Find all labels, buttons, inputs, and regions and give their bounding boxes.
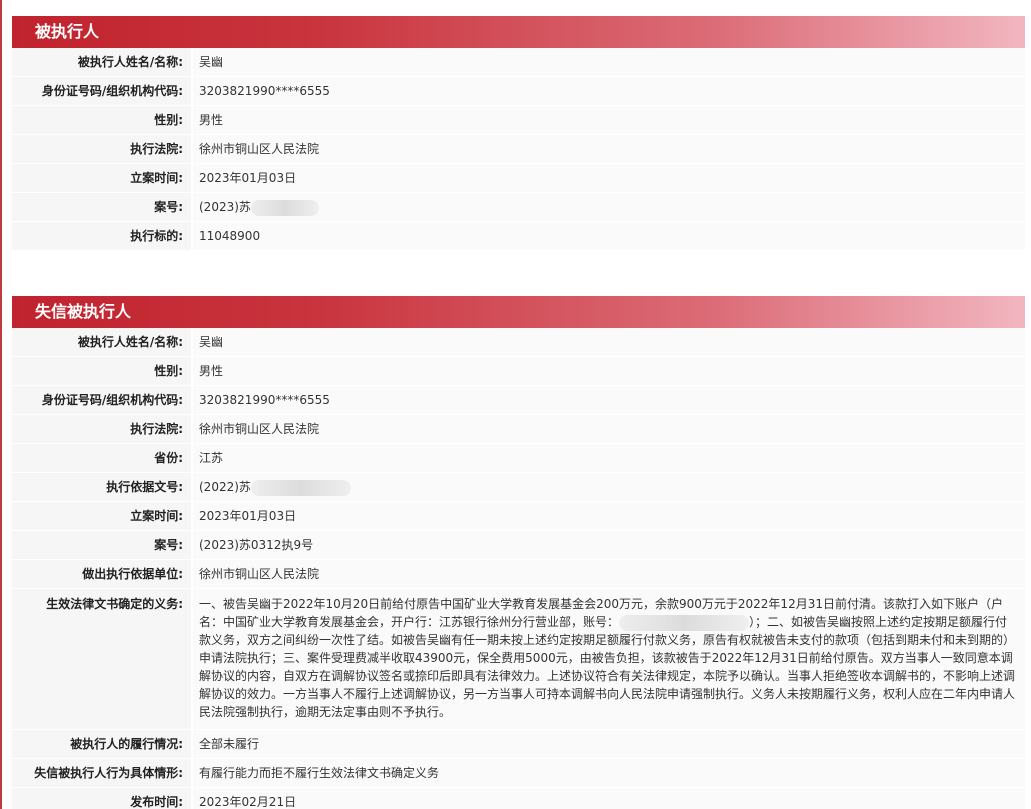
row-value: 3203821990****6555	[192, 385, 1025, 416]
row-value: 江苏	[192, 443, 1025, 474]
row-value: 男性	[192, 105, 1025, 136]
row-label: 案号:	[12, 192, 193, 223]
case-number-value: (2023)苏	[192, 192, 1025, 223]
obligation-text-part-b: ）；二、如被告吴幽按照上述约定按期足额履行付款义务，双方之间纠纷一次性了结。如被…	[199, 615, 1016, 720]
row-label: 立案时间:	[12, 501, 193, 532]
dishonest-person-table: 被执行人姓名/名称: 吴幽 性别: 男性 身份证号码/组织机构代码: 32038…	[12, 328, 1025, 809]
table-row: 被执行人的履行情况: 全部未履行	[12, 729, 1025, 760]
row-value: 有履行能力而拒不履行生效法律文书确定义务	[192, 758, 1025, 789]
table-row: 执行标的: 11048900	[12, 221, 1025, 252]
row-value: 11048900	[192, 221, 1025, 252]
table-row: 生效法律文书确定的义务: 一、被告吴幽于2022年10月20日前给付原告中国矿业…	[12, 588, 1025, 731]
table-row: 被执行人姓名/名称: 吴幽	[12, 48, 1025, 78]
basis-doc-number-value: (2022)苏	[192, 472, 1025, 503]
row-value: 2023年02月21日	[192, 787, 1025, 809]
row-value: 3203821990****6555	[192, 76, 1025, 107]
row-label: 省份:	[12, 443, 193, 474]
row-label: 发布时间:	[12, 787, 193, 809]
basis-doc-prefix: (2022)苏	[199, 480, 251, 495]
row-label: 身份证号码/组织机构代码:	[12, 76, 193, 107]
table-row: 身份证号码/组织机构代码: 3203821990****6555	[12, 385, 1025, 416]
table-row: 案号: (2023)苏	[12, 192, 1025, 223]
row-label: 执行依据文号:	[12, 472, 193, 503]
row-label: 生效法律文书确定的义务:	[12, 588, 193, 731]
row-value: 徐州市铜山区人民法院	[192, 414, 1025, 445]
left-accent-rule	[0, 0, 2, 809]
table-row: 省份: 江苏	[12, 443, 1025, 474]
row-value: 徐州市铜山区人民法院	[192, 134, 1025, 165]
obligation-text: 一、被告吴幽于2022年10月20日前给付原告中国矿业大学教育发展基金会200万…	[192, 588, 1025, 731]
row-label: 被执行人的履行情况:	[12, 729, 193, 760]
table-row: 失信被执行人行为具体情形: 有履行能力而拒不履行生效法律文书确定义务	[12, 758, 1025, 789]
row-value: 徐州市铜山区人民法院	[192, 559, 1025, 590]
table-row: 立案时间: 2023年01月03日	[12, 163, 1025, 194]
table-row: 案号: (2023)苏0312执9号	[12, 530, 1025, 561]
table-row: 做出执行依据单位: 徐州市铜山区人民法院	[12, 559, 1025, 590]
row-label: 被执行人姓名/名称:	[12, 328, 193, 358]
table-row: 被执行人姓名/名称: 吴幽	[12, 328, 1025, 358]
row-value: 全部未履行	[192, 729, 1025, 760]
row-value: 男性	[192, 356, 1025, 387]
table-row: 发布时间: 2023年02月21日	[12, 787, 1025, 809]
row-value: 2023年01月03日	[192, 163, 1025, 194]
table-row: 执行法院: 徐州市铜山区人民法院	[12, 134, 1025, 165]
table-row: 执行法院: 徐州市铜山区人民法院	[12, 414, 1025, 445]
row-label: 失信被执行人行为具体情形:	[12, 758, 193, 789]
row-label: 执行法院:	[12, 414, 193, 445]
case-number-prefix: (2023)苏	[199, 200, 251, 215]
row-value: 2023年01月03日	[192, 501, 1025, 532]
table-row: 性别: 男性	[12, 105, 1025, 136]
dishonest-person-section: 失信被执行人 被执行人姓名/名称: 吴幽 性别: 男性 身份证号码/组织机构代码…	[12, 296, 1025, 809]
table-row: 性别: 男性	[12, 356, 1025, 387]
executed-person-section: 被执行人 被执行人姓名/名称: 吴幽 身份证号码/组织机构代码: 3203821…	[12, 16, 1025, 252]
row-label: 案号:	[12, 530, 193, 561]
section-title: 失信被执行人	[12, 296, 1025, 328]
row-label: 执行标的:	[12, 221, 193, 252]
row-value: 吴幽	[192, 48, 1025, 78]
executed-person-table: 被执行人姓名/名称: 吴幽 身份证号码/组织机构代码: 3203821990**…	[12, 48, 1025, 252]
table-row: 身份证号码/组织机构代码: 3203821990****6555	[12, 76, 1025, 107]
row-label: 身份证号码/组织机构代码:	[12, 385, 193, 416]
row-value: (2023)苏0312执9号	[192, 530, 1025, 561]
row-label: 执行法院:	[12, 134, 193, 165]
section-title: 被执行人	[12, 16, 1025, 48]
table-row: 执行依据文号: (2022)苏	[12, 472, 1025, 503]
row-label: 性别:	[12, 105, 193, 136]
row-label: 做出执行依据单位:	[12, 559, 193, 590]
row-label: 立案时间:	[12, 163, 193, 194]
table-row: 立案时间: 2023年01月03日	[12, 501, 1025, 532]
redaction-mask	[250, 199, 319, 216]
redaction-mask	[619, 614, 750, 631]
row-label: 被执行人姓名/名称:	[12, 48, 193, 78]
redaction-mask	[250, 479, 351, 496]
row-label: 性别:	[12, 356, 193, 387]
row-value: 吴幽	[192, 328, 1025, 358]
